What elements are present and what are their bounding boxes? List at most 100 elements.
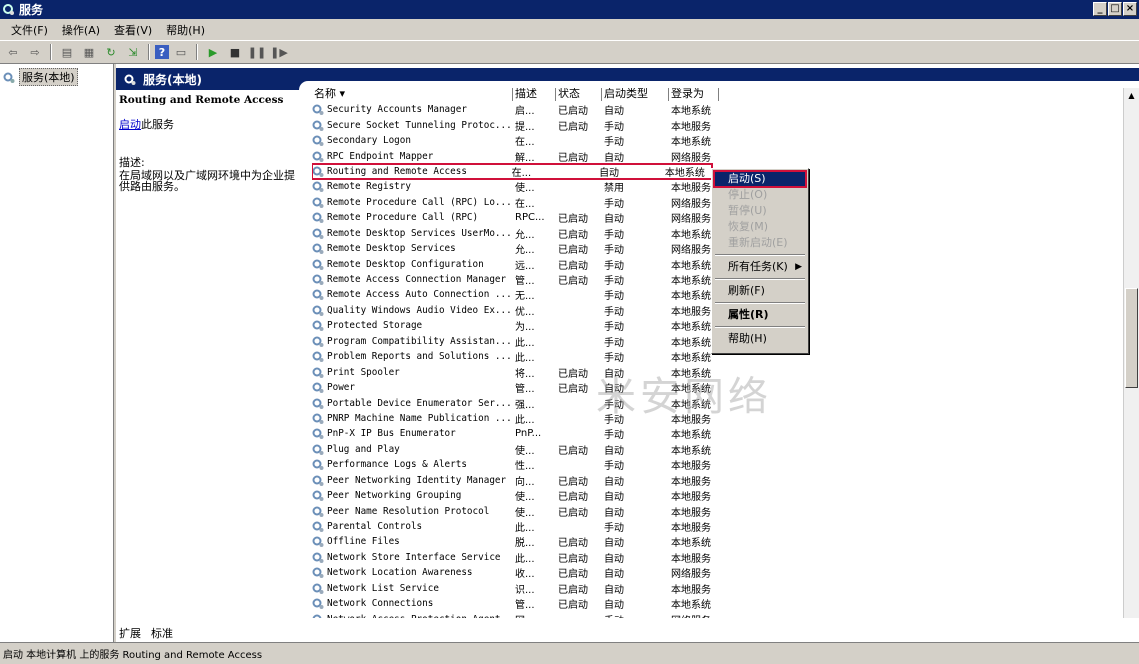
stop-icon[interactable]: ■ [225,43,245,61]
service-status: 已启动 [558,445,588,457]
service-status: 已启动 [558,476,588,488]
tree-item-services-local[interactable]: 服务(本地) [3,68,110,86]
service-row[interactable]: Network Access Protection Agent网... 手动网络服… [312,611,1139,618]
services-gear-icon [3,72,15,83]
service-startup-type: 手动 [604,322,624,334]
service-row[interactable]: Security Accounts Manager 启... 已启动 自动 本地系统 [312,102,1139,117]
maximize-button[interactable]: □ [1108,2,1122,16]
refresh-icon[interactable]: ↻ [101,43,121,61]
menu-file[interactable]: 文件(F) [4,22,55,38]
service-gear-icon [312,181,324,193]
context-refresh[interactable]: 刷新(F) [714,283,806,299]
menu-action[interactable]: 操作(A) [55,22,107,38]
service-name: Remote Access Connection Manager [327,274,507,286]
service-name: Secondary Logon [327,135,411,147]
service-log-on-as: 本地服务 [671,414,711,426]
console-icon[interactable]: ▭ [171,43,191,61]
service-row[interactable]: Routing and Remote Access 在... 自动 本地系统 [312,162,713,181]
service-row[interactable]: Network List Service 识... 已启动 自动 本地服务 [312,581,1139,596]
service-name: Network Location Awareness [327,567,473,579]
tab-extended[interactable]: 扩展 [116,625,144,641]
start-service-link-row: 启动此服务 [119,116,305,132]
context-properties[interactable]: 属性(R) [714,307,806,323]
service-status: 已启动 [558,214,588,226]
vertical-scrollbar[interactable]: ▲ [1123,88,1139,618]
service-row[interactable]: Parental Controls 此... 手动 本地服务 [312,519,1139,534]
start-service-link[interactable]: 启动 [119,118,141,131]
services-gear-icon [124,74,136,85]
column-header-description[interactable]: 描述 [513,88,556,101]
service-log-on-as: 本地系统 [671,106,711,118]
service-log-on-as: 本地服务 [671,553,711,565]
pause-icon[interactable]: ❚❚ [247,43,267,61]
service-row[interactable]: Print Spooler 将... 已启动 自动 本地系统 [312,364,1139,380]
context-pause: 暂停(U) [728,204,767,217]
service-row[interactable]: Network Store Interface Service 此... 已启动 自动… [312,550,1139,565]
service-row[interactable]: Portable Device Enumerator Ser... 强... 手动 本… [312,395,1139,411]
service-row[interactable]: Offline Files 脱... 已启动 自动 本地系统 [312,534,1139,549]
service-row[interactable]: Power 管... 已启动 自动 本地系统 [312,380,1139,395]
service-row[interactable]: Plug and Play 使... 已启动 自动 本地系统 [312,442,1139,457]
service-startup-type: 手动 [604,523,624,535]
service-description: 此... [515,337,535,349]
service-row[interactable]: Secondary Logon 在... 手动 本地系统 [312,133,1139,148]
column-header-startup-type[interactable]: 启动类型 [602,88,669,101]
service-row[interactable]: Performance Logs & Alerts 性... 手动 本地服务 [312,457,1139,472]
show-tree-icon[interactable]: ▤ [57,43,77,61]
service-startup-type: 手动 [604,276,624,288]
start-icon[interactable]: ▶ [203,43,223,61]
scroll-up-icon[interactable]: ▲ [1125,89,1138,102]
service-log-on-as: 本地系统 [664,167,705,179]
column-header-name[interactable]: 名称 ▾ [312,88,513,101]
service-row[interactable]: PNRP Machine Name Publication ... 此... 手动 本… [312,411,1139,426]
service-description: 此... [515,553,535,565]
service-startup-type: 手动 [604,137,624,149]
back-icon[interactable]: ⇦ [3,43,23,61]
service-description: 远... [515,260,535,272]
service-description: 在... [511,167,532,179]
help-icon[interactable]: ? [155,45,169,59]
service-name: Secure Socket Tunneling Protoc... [327,119,512,131]
service-description: 识... [515,584,535,596]
service-row[interactable]: Network Location Awareness 收... 已启动 自动 网络服务 [312,565,1139,580]
service-startup-type: 自动 [604,106,624,118]
close-button[interactable]: × [1123,2,1137,16]
column-header-status[interactable]: 状态 [556,88,602,101]
service-name: Problem Reports and Solutions ... [327,351,512,363]
properties-icon[interactable]: ▦ [79,43,99,61]
service-name: Remote Registry [327,181,411,193]
service-startup-type: 手动 [604,414,624,426]
service-row[interactable]: Peer Networking Identity Manager 向... 已启动 自… [312,473,1139,488]
service-description: 使... [515,445,535,457]
context-start[interactable]: 启动(S) [713,170,807,188]
service-row[interactable]: Peer Name Resolution Protocol 使... 已启动 自动 本地… [312,503,1139,519]
service-row[interactable]: Secure Socket Tunneling Protoc... 提... 已启动… [312,117,1139,133]
list-header: 名称 ▾ 描述 状态 启动类型 登录为 [312,88,1139,101]
column-header-log-on-as[interactable]: 登录为 [669,88,719,101]
scroll-thumb[interactable] [1125,288,1138,388]
service-row[interactable]: RPC Endpoint Mapper 解... 已启动 自动 网络服务 [312,148,1139,164]
service-row[interactable]: Network Connections 管... 已启动 自动 本地系统 [312,596,1139,611]
service-description: 管... [515,276,535,288]
service-description: PnP... [515,428,542,440]
minimize-button[interactable]: _ [1093,2,1107,16]
service-description: 性... [515,461,535,473]
menu-view[interactable]: 查看(V) [107,22,159,38]
context-all-tasks[interactable]: 所有任务(K) ▶ [714,259,806,275]
forward-icon[interactable]: ⇨ [25,43,45,61]
service-gear-icon [312,351,324,363]
menu-help[interactable]: 帮助(H) [159,22,212,38]
service-status: 已启动 [558,106,588,118]
service-log-on-as: 本地系统 [671,600,711,612]
service-description: 使... [515,183,535,195]
service-log-on-as: 本地服务 [671,121,711,133]
service-row[interactable]: PnP-X IP Bus Enumerator PnP... 手动 本地系统 [312,426,1139,441]
service-row[interactable]: Peer Networking Grouping 使... 已启动 自动 本地服务 [312,488,1139,503]
service-status: 已启动 [558,584,588,596]
service-startup-type: 自动 [604,538,624,550]
export-icon[interactable]: ⇲ [123,43,143,61]
restart-icon[interactable]: ❚▶ [269,43,289,61]
tab-standard[interactable]: 标准 [148,625,176,641]
context-help[interactable]: 帮助(H) [714,331,806,347]
service-description: 此... [515,414,535,426]
